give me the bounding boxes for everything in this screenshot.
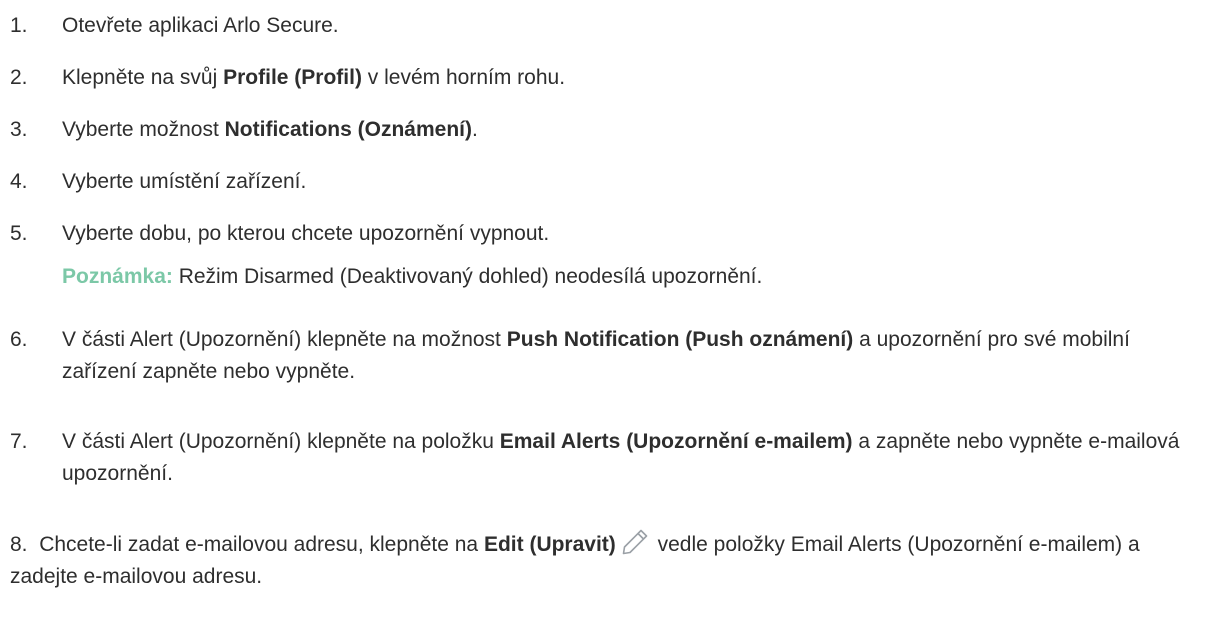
step-body: V části Alert (Upozornění) klepněte na m… (62, 324, 1193, 388)
step-number: 1. (10, 14, 28, 37)
step-text: Otevřete aplikaci Arlo Secure. (62, 14, 339, 37)
ui-label-email-alerts: Email Alerts (Upozornění e-mailem) (499, 430, 853, 453)
step-number: 4. (10, 170, 28, 193)
step-number: 8. (10, 533, 28, 556)
step-number: 5. (10, 222, 28, 245)
pencil-icon (620, 527, 650, 557)
step-body: Klepněte na svůj Profile (Profil) v levé… (62, 62, 1193, 94)
ui-label-push-notification: Push Notification (Push oznámení) (506, 328, 854, 351)
step-text: Chcete-li zadat e-mailovou adresu, klepn… (39, 533, 484, 556)
note-label: Poznámka: (62, 265, 173, 288)
step-number: 3. (10, 118, 28, 141)
ui-label-edit: Edit (Upravit) (483, 533, 616, 556)
ui-label-profile: Profile (Profil) (223, 66, 362, 89)
step-body: 8. Chcete-li zadat e-mailovou adresu, kl… (10, 527, 1193, 593)
step-body: Vyberte dobu, po kterou chcete upozorněn… (62, 218, 1193, 293)
step-text: Vyberte dobu, po kterou chcete upozorněn… (62, 222, 550, 245)
step-text: v levém horním rohu. (361, 66, 566, 89)
step-text: Vyberte možnost (62, 118, 225, 141)
step-text: . (472, 118, 478, 141)
note: Poznámka: Režim Disarmed (Deaktivovaný d… (62, 261, 762, 293)
step-text: V části Alert (Upozornění) klepněte na m… (62, 328, 507, 351)
step-text: Klepněte na svůj (62, 66, 224, 89)
step-number: 6. (10, 328, 28, 351)
step-text: V části Alert (Upozornění) klepněte na p… (62, 430, 500, 453)
step-number: 2. (10, 66, 28, 89)
ui-label-notifications: Notifications (Oznámení) (224, 118, 472, 141)
step-body: Vyberte možnost Notifications (Oznámení)… (62, 114, 1193, 146)
note-text: Režim Disarmed (Deaktivovaný dohled) neo… (172, 265, 763, 288)
step-text: Vyberte umístění zařízení. (62, 170, 307, 193)
step-number: 7. (10, 430, 28, 453)
step-body: V části Alert (Upozornění) klepněte na p… (62, 426, 1193, 490)
